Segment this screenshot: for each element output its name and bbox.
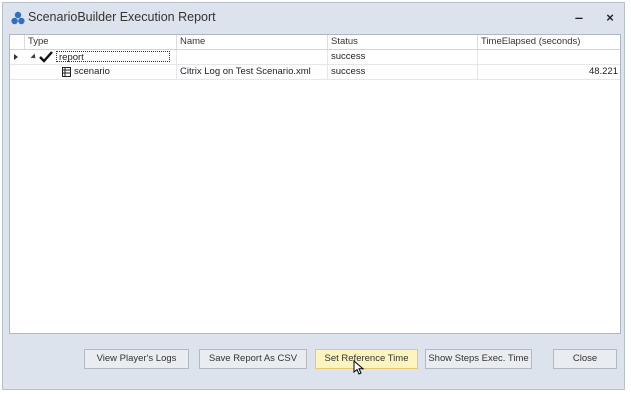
row-type-label: report: [56, 51, 170, 63]
report-tree-grid[interactable]: Type Name Status TimeElapsed (seconds) r…: [9, 34, 621, 334]
minimize-button[interactable]: ‒: [571, 10, 587, 26]
column-header-time-elapsed[interactable]: TimeElapsed (seconds): [477, 35, 622, 49]
row-time-cell: [477, 50, 622, 64]
scenario-builder-app-icon: [11, 11, 25, 25]
row-status-cell: success: [327, 65, 477, 79]
close-button[interactable]: Close: [553, 349, 617, 369]
save-report-csv-button[interactable]: Save Report As CSV: [199, 349, 307, 369]
grid-header: Type Name Status TimeElapsed (seconds): [10, 35, 620, 50]
row-status-cell: success: [327, 50, 477, 64]
view-players-logs-button[interactable]: View Player's Logs: [84, 349, 189, 369]
close-window-button[interactable]: ×: [602, 10, 618, 26]
row-name-cell: [176, 50, 327, 64]
window-title: ScenarioBuilder Execution Report: [28, 10, 216, 24]
row-name-cell: Citrix Log on Test Scenario.xml: [176, 65, 327, 79]
table-row-report[interactable]: report success: [10, 50, 620, 65]
show-steps-exec-time-button[interactable]: Show Steps Exec. Time: [425, 349, 532, 369]
row-time-cell: 48.221: [477, 65, 622, 79]
scenario-file-icon: [62, 67, 71, 77]
button-bar: View Player's Logs Save Report As CSV Se…: [3, 345, 624, 375]
report-window: ScenarioBuilder Execution Report ‒ × Typ…: [2, 2, 625, 390]
mouse-cursor-icon: [353, 360, 365, 375]
check-icon: [39, 51, 53, 63]
set-reference-time-button[interactable]: Set Reference Time: [315, 349, 418, 369]
column-header-status[interactable]: Status: [327, 35, 477, 49]
table-row-scenario[interactable]: scenario Citrix Log on Test Scenario.xml…: [10, 65, 620, 80]
current-row-indicator-icon: [14, 54, 18, 60]
row-type-label: scenario: [74, 66, 110, 77]
title-bar[interactable]: ScenarioBuilder Execution Report ‒ ×: [3, 3, 624, 33]
collapse-toggle-icon[interactable]: [30, 53, 38, 61]
row-selector[interactable]: [10, 50, 24, 64]
column-header-name[interactable]: Name: [176, 35, 327, 49]
column-header-type[interactable]: Type: [24, 35, 176, 49]
